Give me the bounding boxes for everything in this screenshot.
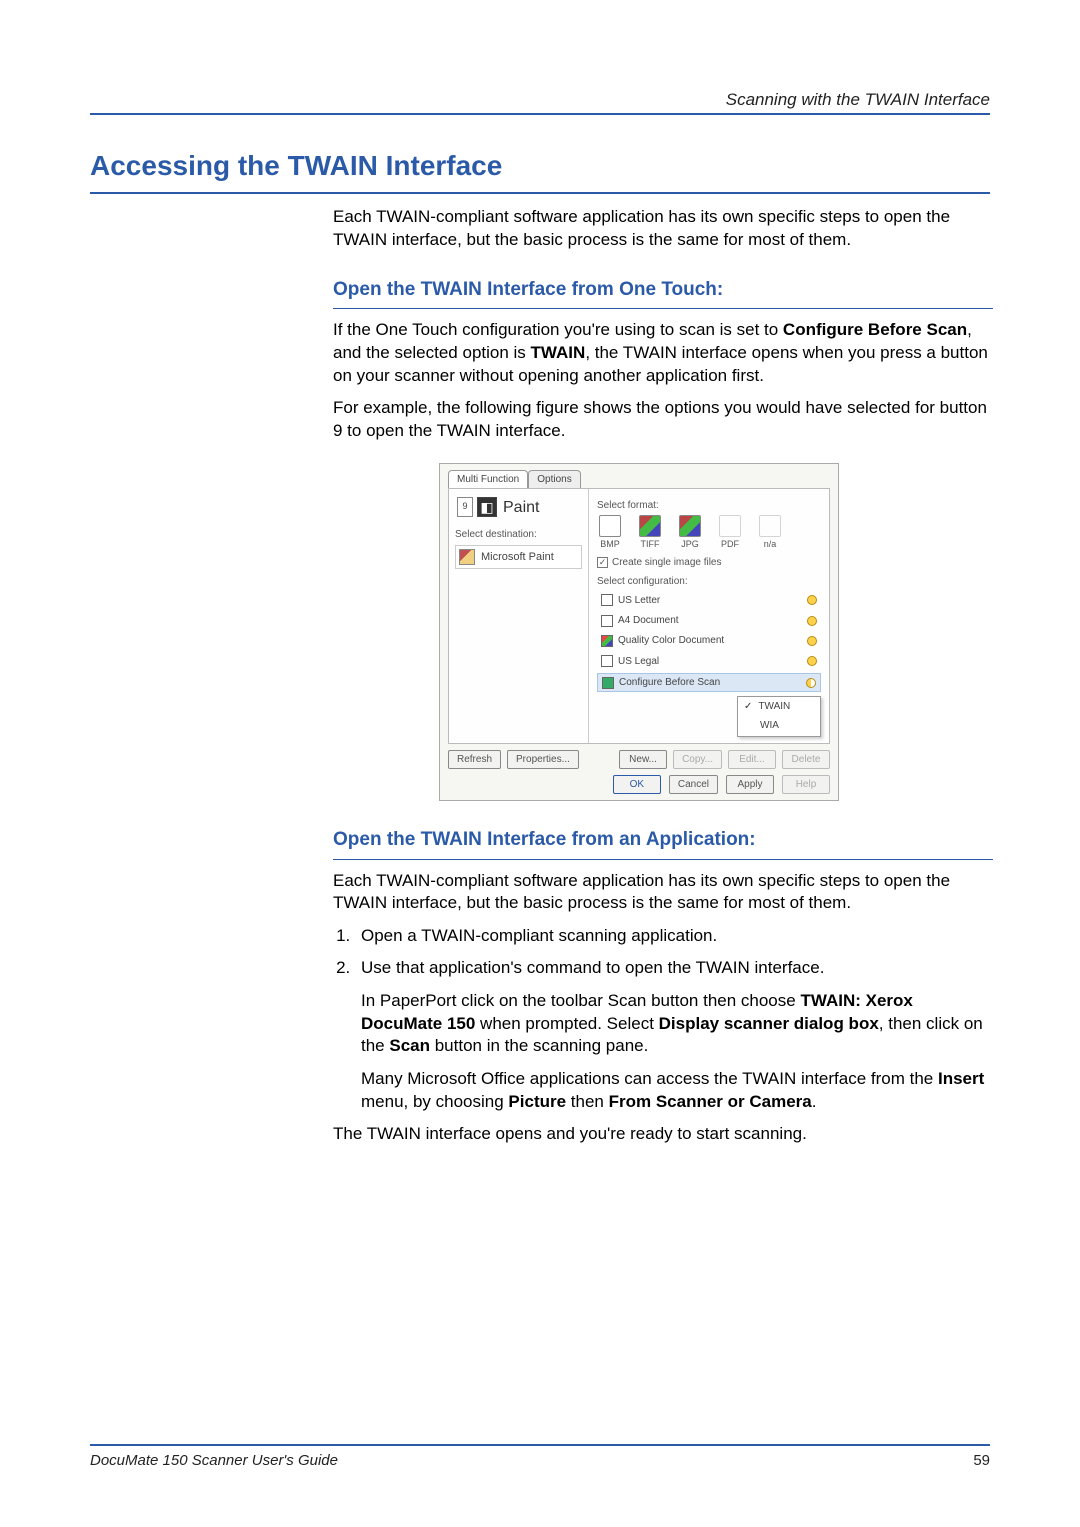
step-1: Open a TWAIN-compliant scanning applicat…	[355, 925, 993, 948]
config-quality-color[interactable]: Quality Color Document	[597, 632, 821, 649]
tab-multifunction[interactable]: Multi Function	[448, 470, 528, 488]
sub2-closing: The TWAIN interface opens and you're rea…	[333, 1123, 993, 1146]
footer-rule	[90, 1444, 990, 1446]
page-number: 59	[973, 1452, 990, 1469]
paint-icon: ◧	[477, 497, 497, 517]
submenu-twain[interactable]: ✓TWAIN	[738, 697, 820, 716]
running-header: Scanning with the TWAIN Interface	[726, 90, 990, 110]
subhead-rule	[333, 308, 993, 309]
gear-icon	[807, 656, 817, 666]
intro-paragraph: Each TWAIN-compliant software applicatio…	[333, 206, 993, 251]
format-pdf[interactable]: PDF	[717, 515, 743, 551]
gear-icon	[807, 595, 817, 605]
delete-button[interactable]: Delete	[782, 750, 830, 769]
config-configure-before-scan[interactable]: Configure Before Scan	[597, 673, 821, 692]
footer-doc-title: DocuMate 150 Scanner User's Guide	[90, 1452, 338, 1469]
submenu-wia[interactable]: WIA	[738, 716, 820, 735]
gear-icon	[806, 678, 816, 688]
new-button[interactable]: New...	[619, 750, 667, 769]
gear-icon	[807, 616, 817, 626]
section-rule	[90, 192, 990, 194]
gear-icon	[807, 636, 817, 646]
destination-item-label: Microsoft Paint	[481, 550, 554, 565]
format-jpg[interactable]: JPG	[677, 515, 703, 551]
subhead-application: Open the TWAIN Interface from an Applica…	[333, 827, 993, 852]
cancel-button[interactable]: Cancel	[669, 775, 718, 794]
apply-button[interactable]: Apply	[726, 775, 774, 794]
doc-icon	[601, 635, 613, 647]
sub2-intro: Each TWAIN-compliant software applicatio…	[333, 870, 993, 915]
create-single-checkbox[interactable]: ✓ Create single image files	[597, 556, 821, 569]
properties-button[interactable]: Properties...	[507, 750, 579, 769]
config-us-letter[interactable]: US Letter	[597, 592, 821, 609]
subhead-rule	[333, 859, 993, 860]
refresh-button[interactable]: Refresh	[448, 750, 501, 769]
format-na[interactable]: n/a	[757, 515, 783, 551]
gear-icon	[602, 677, 614, 689]
subhead-onetouch: Open the TWAIN Interface from One Touch:	[333, 277, 993, 302]
doc-icon	[601, 594, 613, 606]
copy-button[interactable]: Copy...	[673, 750, 722, 769]
checkbox-icon: ✓	[597, 557, 608, 568]
doc-icon	[601, 655, 613, 667]
header-rule	[90, 113, 990, 115]
driver-submenu: ✓TWAIN WIA	[737, 696, 821, 737]
config-us-legal[interactable]: US Legal	[597, 653, 821, 670]
format-tiff[interactable]: TIFF	[637, 515, 663, 551]
select-format-label: Select format:	[597, 499, 821, 512]
step-2-note-2: Many Microsoft Office applications can a…	[361, 1068, 993, 1113]
edit-button[interactable]: Edit...	[728, 750, 776, 769]
select-destination-label: Select destination:	[455, 528, 582, 541]
format-bmp[interactable]: BMP	[597, 515, 623, 551]
step-2-note-1: In PaperPort click on the toolbar Scan b…	[361, 990, 993, 1058]
sub1-para1: If the One Touch configuration you're us…	[333, 319, 993, 387]
sub1-para2: For example, the following figure shows …	[333, 397, 993, 442]
doc-icon	[601, 615, 613, 627]
step-2: Use that application's command to open t…	[355, 957, 993, 1113]
format-icons-row: BMP TIFF JPG PDF n/a	[597, 515, 821, 551]
destination-item[interactable]: Microsoft Paint	[455, 545, 582, 569]
tab-options[interactable]: Options	[528, 470, 580, 488]
section-title: Accessing the TWAIN Interface	[90, 150, 990, 182]
dialog-figure: Multi Function Options 9 ◧ Paint Select …	[439, 463, 839, 802]
mspaint-icon	[459, 549, 475, 565]
check-icon: ✓	[744, 700, 752, 713]
selected-app-name: Paint	[503, 497, 539, 518]
button-number-badge: 9	[457, 497, 473, 517]
help-button[interactable]: Help	[782, 775, 830, 794]
config-a4[interactable]: A4 Document	[597, 612, 821, 629]
ok-button[interactable]: OK	[613, 775, 661, 794]
select-configuration-label: Select configuration:	[597, 575, 821, 588]
